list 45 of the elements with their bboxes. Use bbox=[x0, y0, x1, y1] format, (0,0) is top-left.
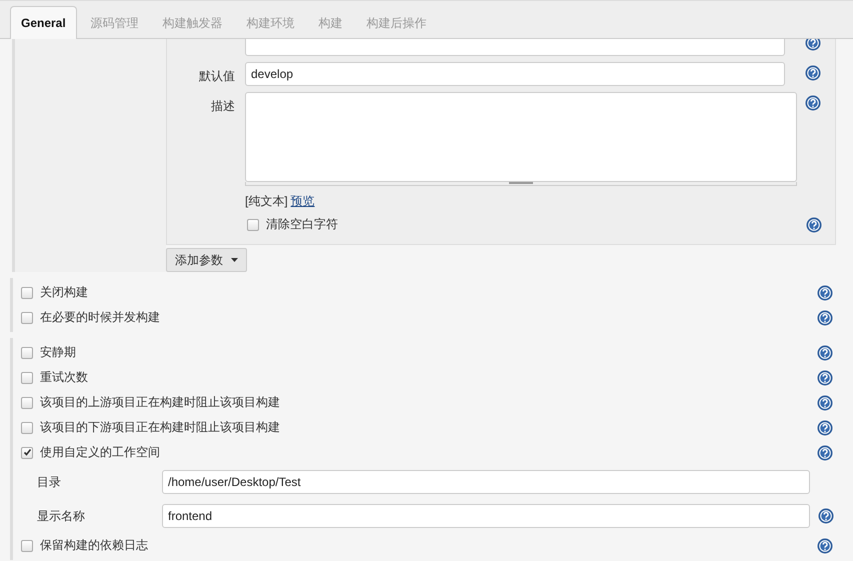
resize-handle[interactable] bbox=[245, 182, 797, 186]
checkbox[interactable] bbox=[21, 422, 33, 434]
field-label: 目录 bbox=[37, 474, 62, 490]
add-parameter-button[interactable]: 添加参数 bbox=[166, 248, 247, 272]
option-label: 关闭构建 bbox=[40, 284, 89, 301]
input-field[interactable]: /home/user/Desktop/Test bbox=[162, 470, 810, 494]
help-icon[interactable] bbox=[817, 284, 833, 300]
input-field[interactable]: develop bbox=[245, 62, 785, 86]
option-label: 该项目的下游项目正在构建时阻止该项目构建 bbox=[40, 419, 281, 436]
help-icon[interactable] bbox=[805, 65, 821, 81]
checkbox[interactable] bbox=[21, 396, 33, 408]
checkbox[interactable] bbox=[21, 286, 33, 298]
option-label: 保留构建的依赖日志 bbox=[40, 537, 149, 554]
help-icon[interactable] bbox=[817, 310, 833, 326]
input-field[interactable] bbox=[245, 39, 785, 56]
help-icon[interactable] bbox=[806, 216, 822, 232]
checkbox[interactable] bbox=[21, 446, 33, 458]
help-icon[interactable] bbox=[805, 39, 821, 51]
checkbox[interactable] bbox=[247, 218, 259, 230]
option-label: 清除空白字符 bbox=[266, 216, 339, 233]
option-label: 在必要的时候并发构建 bbox=[40, 309, 161, 326]
caret-icon bbox=[231, 258, 238, 262]
checkbox[interactable] bbox=[21, 346, 33, 358]
field-label: 显示名称 bbox=[37, 508, 86, 524]
help-icon[interactable] bbox=[817, 370, 833, 386]
option-label: 该项目的上游项目正在构建时阻止该项目构建 bbox=[40, 394, 281, 411]
help-icon[interactable] bbox=[817, 444, 833, 460]
help-icon[interactable] bbox=[817, 344, 833, 360]
checkbox[interactable] bbox=[21, 540, 33, 552]
help-icon[interactable] bbox=[817, 420, 833, 436]
option-label: 使用自定义的工作空间 bbox=[40, 444, 161, 461]
option-label: 安静期 bbox=[40, 344, 77, 361]
format-note: [纯文本] bbox=[245, 193, 288, 210]
help-icon[interactable] bbox=[817, 394, 833, 410]
input-field[interactable]: frontend bbox=[162, 504, 810, 528]
help-icon[interactable] bbox=[817, 538, 833, 554]
tab[interactable]: General bbox=[10, 6, 77, 39]
field-label: 默认值 bbox=[198, 68, 236, 85]
preview-link[interactable]: 预览 bbox=[290, 193, 315, 210]
checkbox[interactable] bbox=[21, 372, 33, 384]
option-label: 重试次数 bbox=[40, 369, 89, 386]
help-icon[interactable] bbox=[818, 508, 834, 524]
help-icon[interactable] bbox=[805, 95, 821, 111]
field-label: 描述 bbox=[210, 98, 236, 115]
checkbox[interactable] bbox=[21, 312, 33, 324]
